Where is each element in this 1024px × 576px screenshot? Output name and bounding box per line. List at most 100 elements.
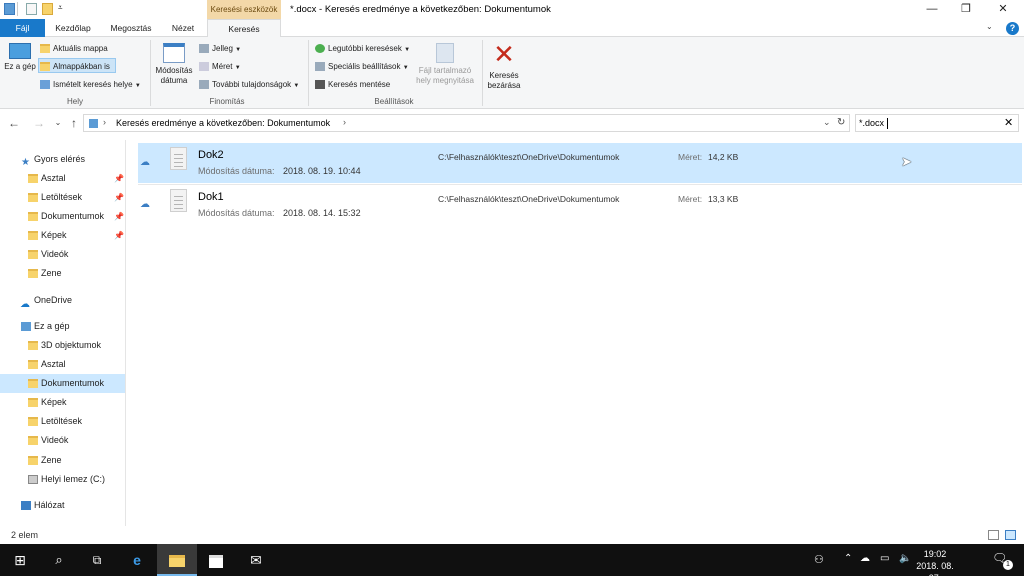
open-file-location-button[interactable]: Fájl tartalmazó hely megnyitása <box>412 41 478 86</box>
edge-browser-icon[interactable]: e <box>117 544 157 576</box>
nav-label: Dokumentumok <box>41 211 105 221</box>
dropdown-arrow-icon: ▼ <box>235 47 242 53</box>
close-window-button[interactable]: ✕ <box>986 0 1020 19</box>
address-bar[interactable]: › Keresés eredménye a következőben: Doku… <box>83 114 850 132</box>
nav-label: Képek <box>41 397 67 407</box>
close-search-icon: ✕ <box>493 39 515 69</box>
file-row[interactable]: ☁ Dok1 Módosítás dátuma: 2018. 08. 14. 1… <box>138 185 1022 225</box>
properties-icon[interactable] <box>26 3 37 15</box>
tab-search[interactable]: Keresés <box>207 19 281 38</box>
windows-start-icon[interactable]: ⊞ <box>0 544 40 576</box>
tab-home[interactable]: Kezdőlap <box>49 19 97 37</box>
clock-time: 19:02 <box>923 549 947 559</box>
folder-icon <box>28 269 38 278</box>
maximize-button[interactable]: ❐ <box>949 0 983 19</box>
shopping-bag-icon <box>209 554 223 568</box>
file-row[interactable]: ☁ Dok2 Módosítás dátuma: 2018. 08. 19. 1… <box>138 143 1022 183</box>
back-button[interactable]: ← <box>6 115 22 131</box>
status-bar: 2 elem <box>0 528 1024 544</box>
help-icon[interactable]: ? <box>1006 22 1019 35</box>
nav-label: Videók <box>41 435 69 445</box>
nav-network[interactable]: Hálózat <box>0 496 125 515</box>
minimize-button[interactable]: — <box>915 0 949 19</box>
refresh-icon[interactable]: ↻ <box>837 117 845 128</box>
search-again-label: Ismételt keresés helye <box>53 80 133 89</box>
computer-icon <box>9 43 31 59</box>
store-icon[interactable] <box>196 544 236 576</box>
folder-icon <box>28 379 38 388</box>
details-view-icon[interactable] <box>988 530 999 540</box>
large-icons-view-icon[interactable] <box>1005 530 1016 540</box>
nav-music[interactable]: Zene <box>0 451 125 470</box>
folder-icon <box>28 436 38 445</box>
address-dropdown-icon[interactable]: ⌄ <box>823 117 831 128</box>
nav-videos[interactable]: Videók <box>0 431 125 450</box>
date-modified-button[interactable]: Módosítás dátuma <box>153 41 195 86</box>
folder-icon <box>28 341 38 350</box>
nav-documents[interactable]: Dokumentumok <box>0 374 125 393</box>
nav-quick-downloads[interactable]: Letöltések 📌 <box>0 188 125 207</box>
nav-quick-documents[interactable]: Dokumentumok 📌 <box>0 207 125 226</box>
address-path[interactable]: Keresés eredménye a következőben: Dokume… <box>116 118 330 128</box>
tab-file[interactable]: Fájl <box>0 19 45 37</box>
other-properties-button[interactable]: További tulajdonságok ▼ <box>198 77 299 92</box>
nav-quick-music[interactable]: Zene <box>0 264 125 283</box>
nav-quick-desktop[interactable]: Asztal 📌 <box>0 169 125 188</box>
new-folder-icon[interactable] <box>42 3 53 15</box>
nav-downloads[interactable]: Letöltések <box>0 412 125 431</box>
file-path: C:\Felhasználók\teszt\OneDrive\Dokumentu… <box>438 194 620 204</box>
folder-icon <box>28 456 38 465</box>
forward-button[interactable]: → <box>31 115 47 131</box>
other-properties-label: További tulajdonságok <box>212 80 292 89</box>
clock[interactable]: 19:02 2018. 08. 27. <box>912 548 958 576</box>
nav-label: OneDrive <box>34 295 73 305</box>
this-pc-button[interactable]: Ez a gép <box>4 41 36 72</box>
nav-this-pc[interactable]: Ez a gép <box>0 317 125 336</box>
volume-icon[interactable]: 🔈 <box>899 553 911 564</box>
clear-search-icon[interactable]: ✕ <box>1004 116 1013 129</box>
open-location-icon <box>436 43 454 63</box>
search-input[interactable]: *.docx ✕ <box>855 114 1019 132</box>
tab-view[interactable]: Nézet <box>164 19 202 37</box>
current-folder-button[interactable]: Aktuális mappa <box>39 41 108 56</box>
explorer-app-icon <box>4 3 15 15</box>
breadcrumb-chevron-icon[interactable]: › <box>343 117 346 127</box>
subfolders-button[interactable]: Almappákban is <box>38 58 116 73</box>
nav-quick-videos[interactable]: Videók <box>0 245 125 264</box>
up-button[interactable]: ↑ <box>66 115 82 131</box>
ribbon-collapse-icon[interactable]: ⌄ <box>986 22 993 31</box>
file-explorer-taskbar-icon[interactable] <box>157 544 197 576</box>
nav-3d-objects[interactable]: 3D objektumok <box>0 336 125 355</box>
nav-desktop[interactable]: Asztal <box>0 355 125 374</box>
subfolders-label: Almappákban is <box>53 62 110 71</box>
nav-pictures[interactable]: Képek <box>0 393 125 412</box>
nav-onedrive[interactable]: ☁ OneDrive <box>0 291 125 310</box>
people-icon[interactable]: ⚇ <box>814 553 824 566</box>
save-search-button[interactable]: Keresés mentése <box>314 77 390 92</box>
size-filter-button[interactable]: Méret ▼ <box>198 59 241 74</box>
onedrive-tray-icon[interactable]: ☁ <box>860 553 870 564</box>
item-count: 2 elem <box>11 530 39 540</box>
kind-button[interactable]: Jelleg ▼ <box>198 41 241 56</box>
nav-quick-pictures[interactable]: Képek 📌 <box>0 226 125 245</box>
show-hidden-icons-chevron-icon[interactable]: ⌃ <box>844 553 852 564</box>
window-title: *.docx - Keresés eredménye a következőbe… <box>290 4 551 15</box>
pin-icon: 📌 <box>114 174 124 183</box>
network-tray-icon[interactable]: ▭ <box>880 553 889 564</box>
task-view-icon[interactable]: ⧉ <box>77 544 117 576</box>
advanced-options-button[interactable]: Speciális beállítások ▼ <box>314 59 409 74</box>
recent-searches-button[interactable]: Legutóbbi keresések ▼ <box>314 41 410 56</box>
tab-share[interactable]: Megosztás <box>104 19 158 37</box>
qat-customize-icon[interactable]: ⩡ <box>58 3 63 13</box>
search-value: *.docx <box>859 118 885 128</box>
breadcrumb-chevron-icon[interactable]: › <box>103 117 106 127</box>
close-search-button[interactable]: ✕ Keresés bezárása <box>484 41 524 91</box>
nav-local-disk[interactable]: Helyi lemez (C:) <box>0 470 125 489</box>
calendar-icon <box>163 43 185 63</box>
current-folder-label: Aktuális mappa <box>53 44 108 53</box>
search-again-in-button[interactable]: Ismételt keresés helye ▼ <box>39 77 141 92</box>
search-icon[interactable]: ⌕ <box>39 544 79 576</box>
nav-quick-access[interactable]: ★ Gyors elérés <box>0 150 125 169</box>
mail-icon[interactable]: ✉ <box>236 544 276 576</box>
recent-locations-icon[interactable]: ⌄ <box>50 115 66 131</box>
